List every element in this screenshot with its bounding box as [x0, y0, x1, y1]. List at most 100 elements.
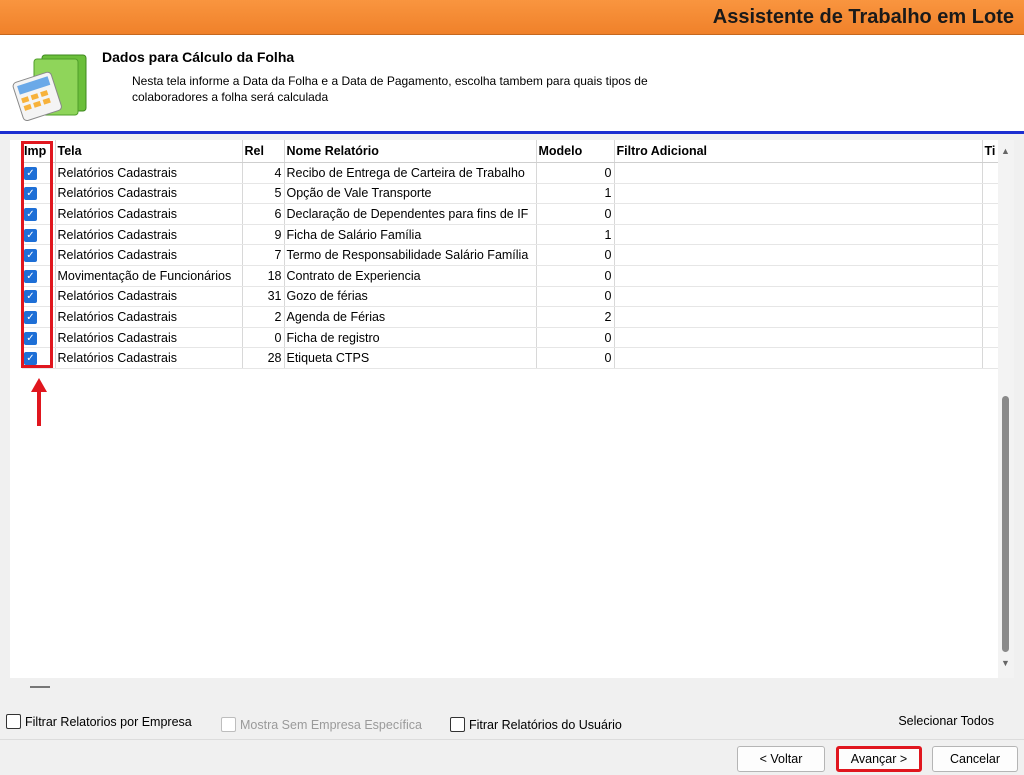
page-title: Dados para Cálculo da Folha — [102, 49, 295, 65]
nome-cell: Declaração de Dependentes para fins de I… — [284, 203, 537, 225]
imp-cell: ✓ — [22, 265, 56, 287]
filtrar-usuario-label: Fitrar Relatórios do Usuário — [469, 717, 622, 732]
tela-cell: Relatórios Cadastrais — [55, 183, 243, 205]
selecionar-todos-link[interactable]: Selecionar Todos — [898, 714, 994, 728]
tela-cell: Relatórios Cadastrais — [55, 286, 243, 308]
modelo-cell[interactable]: 0 — [536, 286, 615, 308]
table-row[interactable]: ✓ Relatórios Cadastrais 6 Declaração de … — [22, 203, 1013, 225]
table-row[interactable]: ✓ Relatórios Cadastrais 7 Termo de Respo… — [22, 244, 1013, 266]
nome-cell: Termo de Responsabilidade Salário Famíli… — [284, 244, 537, 266]
imp-checkbox-checked[interactable]: ✓ — [24, 352, 37, 366]
nome-cell: Etiqueta CTPS — [284, 347, 537, 369]
col-filtro-adicional[interactable]: Filtro Adicional — [614, 140, 983, 163]
report-grid[interactable]: Imp Tela Rel Nome Relatório Modelo Filtr… — [10, 140, 1014, 678]
col-tela[interactable]: Tela — [55, 140, 243, 163]
splitter-handle[interactable] — [30, 686, 50, 688]
table-header-row: Imp Tela Rel Nome Relatório Modelo Filtr… — [22, 140, 1013, 163]
checkbox-box[interactable] — [450, 717, 465, 732]
filtrar-empresa-checkbox[interactable]: Filtrar Relatorios por Empresa — [6, 714, 192, 729]
wizard-header: Dados para Cálculo da Folha Nesta tela i… — [0, 35, 1024, 134]
tela-cell: Relatórios Cadastrais — [55, 162, 243, 184]
table-row[interactable]: ✓ Relatórios Cadastrais 9 Ficha de Salár… — [22, 224, 1013, 246]
filtro-cell[interactable] — [614, 286, 983, 308]
modelo-cell[interactable]: 2 — [536, 306, 615, 328]
tela-cell: Relatórios Cadastrais — [55, 327, 243, 349]
imp-cell: ✓ — [22, 347, 56, 369]
header-divider — [0, 131, 1024, 134]
table-row[interactable]: ✓ Relatórios Cadastrais 31 Gozo de féria… — [22, 286, 1013, 308]
scroll-up-icon[interactable]: ▲ — [1001, 146, 1010, 156]
imp-checkbox-checked[interactable]: ✓ — [24, 228, 37, 242]
modelo-cell[interactable]: 1 — [536, 183, 615, 205]
table-row[interactable]: ✓ Relatórios Cadastrais 4 Recibo de Entr… — [22, 162, 1013, 184]
modelo-cell[interactable]: 0 — [536, 203, 615, 225]
modelo-cell[interactable]: 0 — [536, 347, 615, 369]
avancar-button[interactable]: Avançar > — [836, 746, 922, 772]
rel-cell: 9 — [242, 224, 285, 246]
title-bar: Assistente de Trabalho em Lote — [0, 0, 1024, 35]
nome-cell: Ficha de registro — [284, 327, 537, 349]
filtrar-usuario-checkbox[interactable]: Fitrar Relatórios do Usuário — [450, 717, 622, 732]
imp-cell: ✓ — [22, 162, 56, 184]
voltar-button[interactable]: < Voltar — [737, 746, 825, 772]
col-rel[interactable]: Rel — [242, 140, 285, 163]
filtro-cell[interactable] — [614, 203, 983, 225]
filtro-cell[interactable] — [614, 224, 983, 246]
imp-checkbox-checked[interactable]: ✓ — [24, 331, 37, 345]
mostra-sem-empresa-checkbox: Mostra Sem Empresa Específica — [221, 717, 422, 732]
nome-cell: Recibo de Entrega de Carteira de Trabalh… — [284, 162, 537, 184]
imp-checkbox-checked[interactable]: ✓ — [24, 208, 37, 222]
rel-cell: 5 — [242, 183, 285, 205]
checkbox-box — [221, 717, 236, 732]
imp-checkbox-checked[interactable]: ✓ — [24, 269, 37, 283]
mostra-sem-empresa-label: Mostra Sem Empresa Específica — [240, 717, 423, 732]
rel-cell: 7 — [242, 244, 285, 266]
filtro-cell[interactable] — [614, 183, 983, 205]
page-description: Nesta tela informe a Data da Folha e a D… — [132, 73, 732, 105]
imp-checkbox-checked[interactable]: ✓ — [24, 187, 37, 201]
nome-cell: Ficha de Salário Família — [284, 224, 537, 246]
modelo-cell[interactable]: 0 — [536, 244, 615, 266]
col-imp[interactable]: Imp — [22, 140, 56, 163]
filtro-cell[interactable] — [614, 244, 983, 266]
filtro-cell[interactable] — [614, 162, 983, 184]
imp-cell: ✓ — [22, 203, 56, 225]
rel-cell: 31 — [242, 286, 285, 308]
rel-cell: 28 — [242, 347, 285, 369]
scroll-down-icon[interactable]: ▼ — [1001, 658, 1010, 668]
filtro-cell[interactable] — [614, 306, 983, 328]
vertical-scrollbar[interactable]: ▲ ▼ — [998, 140, 1014, 678]
modelo-cell[interactable]: 0 — [536, 327, 615, 349]
filtrar-empresa-label: Filtrar Relatorios por Empresa — [25, 714, 192, 729]
col-modelo[interactable]: Modelo — [536, 140, 615, 163]
nome-cell: Contrato de Experiencia — [284, 265, 537, 287]
scroll-thumb[interactable] — [1002, 396, 1009, 652]
imp-checkbox-checked[interactable]: ✓ — [24, 290, 37, 304]
table-row[interactable]: ✓ Relatórios Cadastrais 0 Ficha de regis… — [22, 327, 1013, 349]
imp-cell: ✓ — [22, 183, 56, 205]
nome-cell: Agenda de Férias — [284, 306, 537, 328]
cancelar-button[interactable]: Cancelar — [932, 746, 1018, 772]
description-line-2: colaboradores a folha será calculada — [132, 90, 329, 104]
window-title: Assistente de Trabalho em Lote — [712, 6, 1014, 28]
col-nome-relatorio[interactable]: Nome Relatório — [284, 140, 537, 163]
imp-checkbox-checked[interactable]: ✓ — [24, 166, 37, 180]
filter-bar: Filtrar Relatorios por Empresa Mostra Se… — [0, 708, 1024, 736]
filtro-cell[interactable] — [614, 265, 983, 287]
table-row[interactable]: ✓ Movimentação de Funcionários 18 Contra… — [22, 265, 1013, 287]
filtro-cell[interactable] — [614, 347, 983, 369]
table-row[interactable]: ✓ Relatórios Cadastrais 5 Opção de Vale … — [22, 183, 1013, 205]
modelo-cell[interactable]: 0 — [536, 265, 615, 287]
imp-cell: ✓ — [22, 224, 56, 246]
report-table: Imp Tela Rel Nome Relatório Modelo Filtr… — [22, 140, 1013, 369]
checkbox-box[interactable] — [6, 714, 21, 729]
table-row[interactable]: ✓ Relatórios Cadastrais 2 Agenda de Féri… — [22, 306, 1013, 328]
imp-checkbox-checked[interactable]: ✓ — [24, 311, 37, 325]
imp-checkbox-checked[interactable]: ✓ — [24, 249, 37, 263]
filtro-cell[interactable] — [614, 327, 983, 349]
modelo-cell[interactable]: 0 — [536, 162, 615, 184]
modelo-cell[interactable]: 1 — [536, 224, 615, 246]
imp-cell: ✓ — [22, 244, 56, 266]
table-row[interactable]: ✓ Relatórios Cadastrais 28 Etiqueta CTPS… — [22, 347, 1013, 369]
tela-cell: Relatórios Cadastrais — [55, 244, 243, 266]
